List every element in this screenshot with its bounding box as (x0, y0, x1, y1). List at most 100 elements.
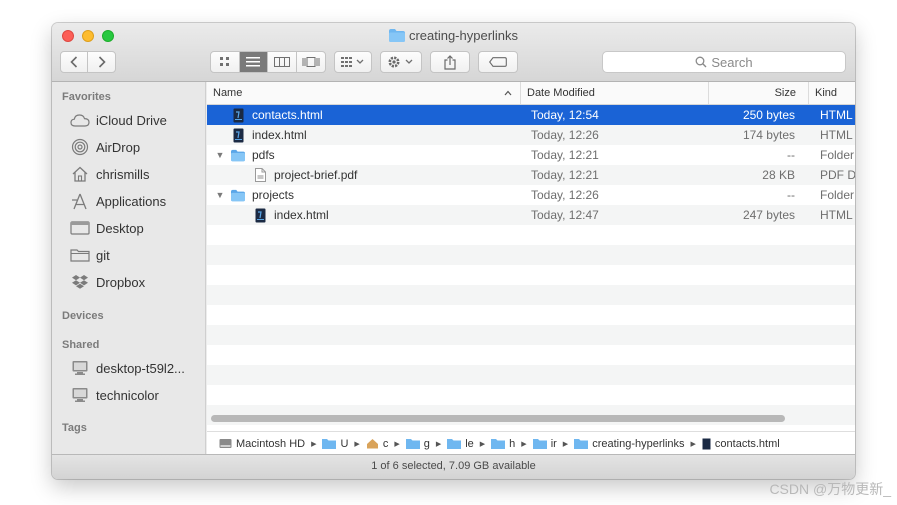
tags-button[interactable] (478, 51, 518, 73)
horizontal-scrollbar[interactable] (211, 415, 785, 422)
watermark: CSDN @万物更新_ (769, 481, 891, 497)
grid-icon (219, 57, 229, 66)
sidebar-item-desktop[interactable]: Desktop (70, 217, 144, 239)
file-row[interactable]: contacts.html Today, 12:54 250 bytes HTML (207, 105, 855, 125)
empty-row (207, 225, 855, 245)
file-name: contacts.html (252, 108, 323, 122)
path-separator-icon: ▶ (311, 440, 317, 448)
tag-icon (489, 57, 507, 67)
file-row[interactable]: index.html Today, 12:47 247 bytes HTML (207, 205, 855, 225)
file-row[interactable]: ▼ projects Today, 12:26 -- Folder (207, 185, 855, 205)
file-row[interactable]: ▼ pdfs Today, 12:21 -- Folder (207, 145, 855, 165)
sidebar-item-airdrop[interactable]: AirDrop (70, 136, 140, 158)
share-icon (444, 54, 456, 70)
gear-icon (388, 56, 413, 68)
column-view-button[interactable] (268, 52, 297, 72)
file-list: Name Date Modified Size Kind contacts.ht… (207, 82, 855, 455)
file-row[interactable]: index.html Today, 12:26 174 bytes HTML (207, 125, 855, 145)
forward-button[interactable] (88, 52, 115, 72)
path-bar: Macintosh HD ▶ U ▶ c ▶ g ▶ le ▶ h ▶ ir ▶ creating-hype… (207, 431, 855, 455)
action-menu-button[interactable] (380, 51, 422, 73)
file-name: index.html (252, 128, 307, 142)
sidebar-item-label: Dropbox (96, 274, 146, 290)
empty-row (207, 305, 855, 325)
toolbar: creating-hyperlinks Search (52, 23, 855, 82)
path-segment[interactable]: U (322, 438, 348, 450)
sidebar-header-tags: Tags (62, 422, 87, 434)
path-separator-icon: ▶ (435, 440, 442, 448)
folder-icon (231, 187, 245, 203)
column-header-name-label: Name (213, 87, 243, 99)
columns-icon (273, 57, 290, 67)
column-header-date-label: Date Modified (527, 87, 595, 99)
file-row[interactable]: project-brief.pdf Today, 12:21 28 KB PDF D (207, 165, 855, 185)
path-separator-icon: ▶ (354, 440, 360, 448)
computer-icon (70, 387, 90, 403)
share-button[interactable] (430, 51, 470, 73)
file-name: index.html (274, 208, 329, 222)
file-size: -- (787, 148, 795, 162)
cover-flow-button[interactable] (297, 52, 325, 72)
path-segment[interactable]: contacts.html (702, 438, 780, 450)
file-name: project-brief.pdf (274, 168, 358, 182)
path-segment-label: g (423, 437, 430, 450)
path-separator-icon: ▶ (562, 440, 569, 448)
icon-view-button[interactable] (211, 52, 240, 72)
sort-chevron-up-icon (504, 90, 512, 96)
folder-icon (447, 438, 462, 449)
path-segment[interactable]: c (366, 438, 388, 450)
sidebar-item-label: Applications (96, 193, 167, 209)
file-date: Today, 12:54 (531, 108, 599, 122)
search-icon (695, 56, 707, 68)
path-segment[interactable]: le (447, 438, 474, 450)
home-icon (366, 438, 379, 449)
sidebar-item-chrismills[interactable]: chrismills (70, 163, 149, 185)
status-text: 1 of 6 selected, 7.09 GB available (371, 460, 536, 472)
column-header-size[interactable]: Size (708, 82, 808, 104)
column-header-kind[interactable]: Kind (808, 82, 855, 104)
file-kind: HTML (820, 128, 853, 142)
arrange-button[interactable] (334, 51, 372, 73)
disclosure-triangle-icon[interactable]: ▼ (215, 185, 225, 205)
users-folder-icon (322, 438, 337, 449)
column-header-kind-label: Kind (815, 87, 838, 99)
window-title-text: creating-hyperlinks (408, 28, 519, 43)
sidebar-item-dropbox[interactable]: Dropbox (70, 271, 145, 293)
path-separator-icon: ▶ (394, 440, 400, 448)
sidebar-item-desktop-t59l2[interactable]: desktop-t59l2... (70, 357, 185, 379)
back-button[interactable] (61, 52, 89, 72)
sidebar-item-git[interactable]: git (70, 244, 110, 266)
window-title: creating-hyperlinks (52, 28, 855, 46)
sidebar-item-technicolor[interactable]: technicolor (70, 384, 159, 406)
empty-row (207, 265, 855, 285)
file-name: projects (252, 188, 295, 202)
dropbox-icon (70, 274, 90, 290)
chevron-right-icon (98, 56, 106, 68)
sidebar-item-icloud-drive[interactable]: iCloud Drive (70, 109, 167, 131)
path-segment-label: U (340, 437, 349, 450)
pdf-file-icon (253, 167, 267, 183)
path-segment[interactable]: ir (532, 438, 557, 450)
path-segment-label: creating-hyperlinks (592, 437, 685, 450)
path-segment[interactable]: Macintosh HD (219, 438, 305, 450)
file-kind: Folder (820, 148, 855, 162)
disclosure-triangle-icon[interactable]: ▼ (215, 145, 225, 165)
sidebar-item-label: desktop-t59l2... (96, 360, 185, 376)
column-header-row: Name Date Modified Size Kind (207, 82, 855, 105)
file-size: 250 bytes (742, 108, 795, 122)
file-size: 247 bytes (742, 208, 795, 222)
list-view-button[interactable] (239, 52, 268, 72)
sidebar-item-applications[interactable]: Applications (70, 190, 166, 212)
column-header-date[interactable]: Date Modified (520, 82, 708, 104)
folder-icon (231, 147, 245, 163)
file-size: 174 bytes (742, 128, 795, 142)
column-header-name[interactable]: Name (207, 82, 520, 104)
path-segment[interactable]: h (491, 438, 515, 450)
file-kind: Folder (820, 188, 855, 202)
search-placeholder: Search (711, 54, 753, 70)
path-segment[interactable]: g (405, 437, 430, 450)
search-field[interactable]: Search (602, 51, 846, 73)
path-segment[interactable]: creating-hyperlinks (574, 437, 685, 450)
file-kind: HTML (820, 108, 853, 122)
path-segment-label: contacts.html (714, 437, 780, 450)
